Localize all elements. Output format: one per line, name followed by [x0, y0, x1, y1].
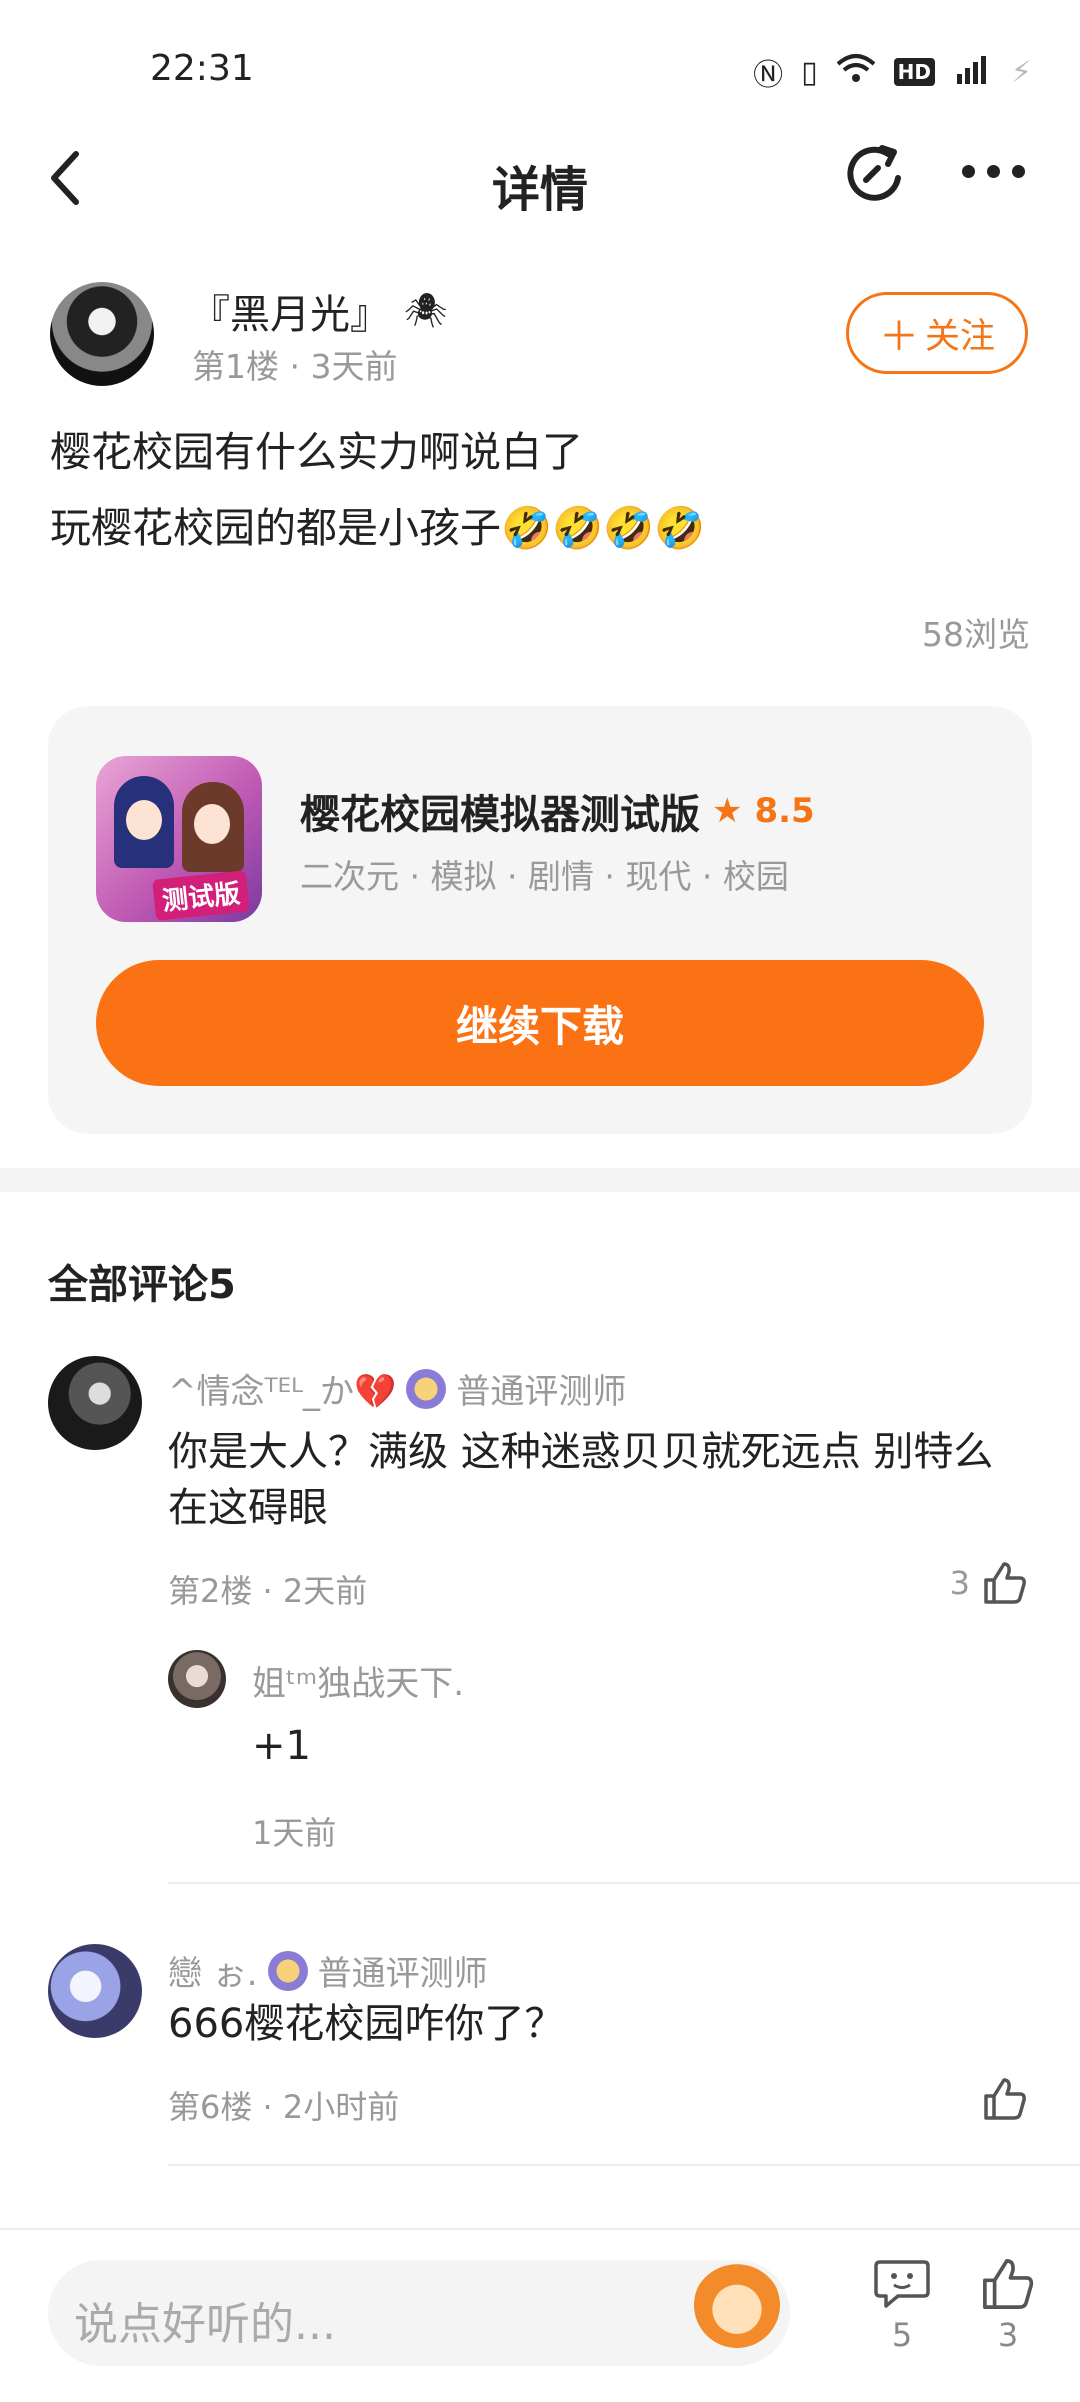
comment-time: 2天前: [282, 1572, 368, 1610]
status-icons: Ⓝ ▯ HD ⚡: [753, 50, 1032, 94]
more-button[interactable]: [962, 165, 1025, 178]
more-dot: [962, 165, 975, 178]
wifi-icon: [836, 52, 876, 92]
hd-icon: HD: [893, 58, 935, 86]
post-time: 3天前: [310, 347, 398, 386]
more-dot: [1012, 165, 1025, 178]
comment-text: 666樱花校园咋你了？: [168, 2001, 565, 2047]
game-tags: 二次元 · 模拟 · 剧情 · 现代 · 校园: [300, 857, 789, 896]
plus-icon: ＋: [878, 314, 919, 360]
vibrate-icon: ▯: [801, 54, 818, 90]
comment-floor: 第6楼: [168, 2088, 253, 2126]
comment-username: ^情念ᵀᴱᴸ_か💔: [168, 1372, 397, 1412]
comment-badge: 普通评测师: [317, 1954, 488, 1994]
bottom-like-button[interactable]: 3: [978, 2256, 1038, 2354]
page-title: 详情: [491, 162, 588, 218]
post-floor: 第1楼: [192, 347, 279, 386]
game-title-row[interactable]: 樱花校园模拟器测试版 ★ 8.5: [300, 782, 815, 840]
reviewer-badge-icon: [406, 1368, 447, 1409]
post-text-line-1: 樱花校园有什么实力啊说白了: [50, 428, 583, 476]
comment-bubble-icon: [874, 2260, 930, 2308]
nfc-icon: Ⓝ: [753, 58, 784, 93]
comment-avatar[interactable]: [48, 1356, 142, 1450]
face-left: [126, 800, 162, 840]
follow-button[interactable]: ＋ 关注: [846, 292, 1028, 374]
status-time: 22:31: [150, 48, 254, 89]
game-rating: 8.5: [754, 791, 815, 831]
more-dot: [987, 165, 1000, 178]
signal-5g-icon: [953, 52, 993, 92]
comment-count: 5: [891, 2316, 913, 2354]
comment-time: 2小时前: [282, 2088, 400, 2126]
comment-badge: 普通评测师: [456, 1372, 627, 1412]
spider-icon: 🕷: [404, 291, 448, 331]
view-count: 58浏览: [922, 615, 1030, 654]
comment-username: 戀 ぉ.: [168, 1954, 258, 1994]
comment-like-button[interactable]: 3: [950, 1560, 1028, 1606]
like-count: 3: [997, 2316, 1019, 2354]
reviewer-badge-icon: [267, 1950, 308, 1991]
post-meta: 第1楼 · 3天前: [192, 347, 398, 386]
comments-header: 全部评论5: [48, 1262, 236, 1308]
comment-count-button[interactable]: 5: [872, 2256, 932, 2354]
poster-name-row[interactable]: 『黑月光』 🕷: [190, 282, 447, 340]
game-title: 樱花校园模拟器测试版: [300, 792, 700, 838]
comment-meta: 第2楼 · 2天前: [168, 1572, 368, 1610]
post-text-line-2: 玩樱花校园的都是小孩子🤣🤣🤣🤣: [50, 504, 706, 552]
mascot-emoji-icon[interactable]: [694, 2262, 780, 2348]
reply-time: 1天前: [252, 1814, 337, 1852]
comment-avatar[interactable]: [48, 1944, 142, 2038]
poster-avatar[interactable]: [50, 282, 154, 386]
thumbs-up-icon: [983, 2259, 1034, 2309]
game-icon[interactable]: 测试版: [96, 756, 262, 922]
battery-charging-icon: ⚡: [1010, 54, 1032, 90]
comment-input-placeholder: 说点好听的...: [74, 2299, 336, 2350]
reply-username[interactable]: 姐ᵗᵐ独战天下.: [252, 1656, 464, 1705]
section-divider: [0, 1168, 1080, 1192]
reply-text: +1: [252, 1723, 311, 1769]
comment-like-button[interactable]: [970, 2076, 1028, 2122]
share-icon: [847, 145, 901, 201]
comment-divider: [168, 1882, 1080, 1884]
comment-meta: 第6楼 · 2小时前: [168, 2088, 400, 2126]
comment-user-row[interactable]: ^情念ᵀᴱᴸ_か💔 普通评测师: [168, 1364, 626, 1413]
poster-name: 『黑月光』: [190, 292, 390, 338]
follow-label: 关注: [924, 316, 995, 357]
star-icon: ★: [712, 791, 743, 831]
comment-like-count: 3: [949, 1564, 970, 1602]
comment-floor: 第2楼: [168, 1572, 253, 1610]
comment-user-row[interactable]: 戀 ぉ. 普通评测师: [168, 1946, 488, 1995]
comment-divider: [168, 2164, 1080, 2166]
share-button[interactable]: [842, 142, 906, 210]
thumbs-up-icon: [984, 1562, 1026, 1604]
comment-text: 你是大人？满级 这种迷惑贝贝就死远点 别特么在这碍眼: [168, 1429, 994, 1531]
face-right: [194, 804, 230, 844]
download-button[interactable]: 继续下载: [96, 960, 984, 1086]
test-version-badge: 测试版: [152, 870, 250, 921]
thumbs-up-icon: [984, 2078, 1026, 2120]
reply-avatar[interactable]: [168, 1650, 226, 1708]
